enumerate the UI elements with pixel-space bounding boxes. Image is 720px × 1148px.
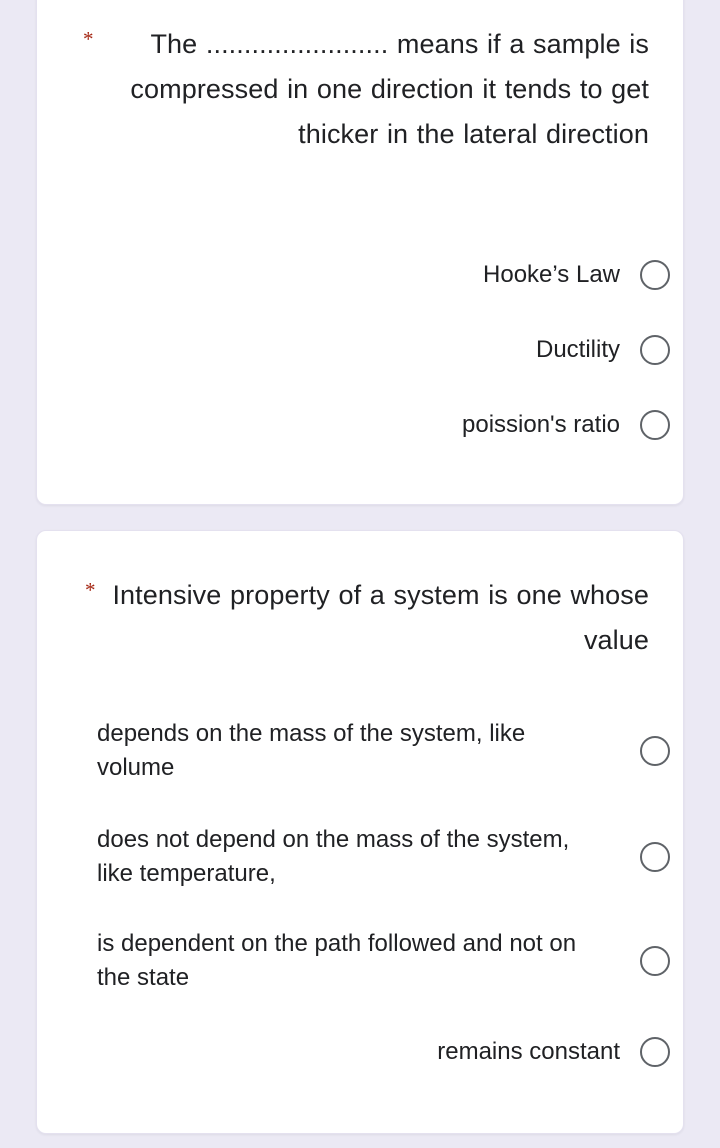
form-page: * The ........................ means if … <box>0 0 720 1148</box>
option-label: remains constant <box>437 1038 620 1065</box>
radio-button-icon[interactable] <box>640 410 670 440</box>
option-label: depends on the mass of the system, like … <box>97 720 526 781</box>
option-row-poissons-ratio[interactable]: poission's ratio <box>97 408 670 442</box>
option-label: is dependent on the path followed and no… <box>97 930 577 991</box>
question-2-text: Intensive property of a system is one wh… <box>112 580 649 655</box>
radio-button-icon[interactable] <box>640 335 670 365</box>
option-label: Hooke’s Law <box>483 261 620 288</box>
radio-button-icon[interactable] <box>640 736 670 766</box>
required-asterisk: * <box>85 578 96 602</box>
question-2-header: * Intensive property of a system is one … <box>85 573 649 663</box>
required-asterisk: * <box>83 27 94 51</box>
option-row-depends-on-mass[interactable]: depends on the mass of the system, like … <box>97 717 670 785</box>
option-row-ductility[interactable]: Ductility <box>97 333 670 367</box>
option-row-hookes-law[interactable]: Hooke’s Law <box>97 258 670 292</box>
option-label: Ductility <box>535 336 620 363</box>
option-label: poission's ratio <box>462 411 620 438</box>
option-row-does-not-depend-on-mass[interactable]: does not depend on the mass of the syste… <box>97 823 670 891</box>
option-row-remains-constant[interactable]: remains constant <box>97 1035 670 1069</box>
radio-button-icon[interactable] <box>640 1037 670 1067</box>
question-1-text: The ........................ means if a … <box>130 29 649 149</box>
radio-button-icon[interactable] <box>640 260 670 290</box>
radio-button-icon[interactable] <box>640 946 670 976</box>
question-card-1: * The ........................ means if … <box>36 0 684 505</box>
question-card-2: * Intensive property of a system is one … <box>36 530 684 1134</box>
option-label: does not depend on the mass of the syste… <box>97 826 570 887</box>
option-row-path-dependent[interactable]: is dependent on the path followed and no… <box>97 927 670 995</box>
question-1-header: * The ........................ means if … <box>83 22 649 157</box>
radio-button-icon[interactable] <box>640 842 670 872</box>
